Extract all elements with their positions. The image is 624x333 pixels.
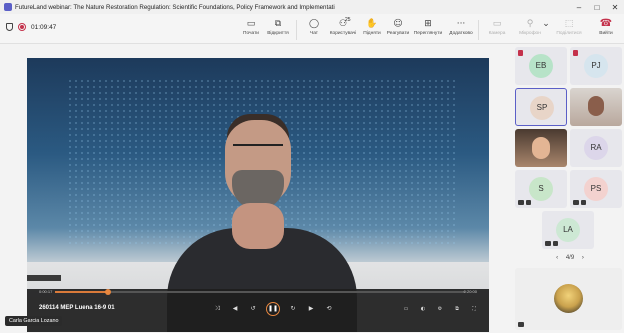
player-extra-controls: ▭ ◐ ⚙ ⧉ ⛶: [401, 304, 479, 314]
participant-tile[interactable]: LA: [542, 211, 594, 249]
subtitles-icon[interactable]: ▭: [401, 304, 411, 314]
avatar: EB: [529, 54, 553, 78]
toolbar-divider: [478, 20, 479, 40]
camera-button[interactable]: ▭ Камера: [482, 17, 512, 43]
meeting-toolbar: 01:09:47 ▭ Почати ⧉ Відкриття ◯ Чат ⚇ 25…: [0, 14, 624, 44]
time-elapsed: 0:00:17: [39, 289, 53, 294]
participant-tile[interactable]: PS: [570, 170, 622, 208]
next-icon[interactable]: ▶: [306, 304, 316, 314]
meeting-timer: 01:09:47: [31, 23, 57, 31]
avatar: RA: [584, 136, 608, 160]
pip-icon[interactable]: ⧉: [452, 304, 462, 314]
progress-knob[interactable]: [105, 289, 112, 295]
avatar: LA: [556, 218, 580, 242]
rewind-icon[interactable]: ↺: [248, 304, 258, 314]
participant-video: [532, 137, 550, 159]
leave-icon: ☎: [599, 18, 613, 29]
view-button[interactable]: ⊞ Переглянути: [413, 17, 443, 43]
self-avatar: [554, 284, 583, 313]
mic-off-icon: [573, 50, 578, 56]
share-screen-button[interactable]: ⬚ Поділитися: [554, 17, 584, 43]
video-title: 260114 MEP Luena 16-9 01: [39, 305, 115, 311]
participant-tile[interactable]: EB: [515, 47, 567, 85]
mic-off-icon: [553, 241, 558, 246]
forward-icon[interactable]: ↻: [288, 304, 298, 314]
progress-fill: [55, 291, 109, 293]
leave-button[interactable]: ☎ Вийти: [591, 17, 621, 43]
more-icon: ···: [456, 19, 466, 29]
player-controls: ⤨ ◀ ↺ ❚❚ ↻ ▶ ⟲: [212, 302, 334, 316]
minimize-button[interactable]: –: [570, 0, 588, 14]
whiteboard-button[interactable]: ▭ Почати: [236, 17, 266, 43]
mic-off-icon: [518, 322, 524, 327]
share-icon: ⧉: [274, 19, 282, 29]
toolbar-divider: [296, 20, 297, 40]
progress-slider[interactable]: [55, 289, 465, 295]
mic-options-button[interactable]: ⌄: [540, 17, 552, 43]
window-controls: – □ ✕: [570, 0, 624, 14]
close-window-button[interactable]: ✕: [606, 0, 624, 14]
react-button[interactable]: ☺ Реагувати: [383, 17, 413, 43]
share-screen-icon: ⬚: [564, 19, 574, 29]
more-button[interactable]: ··· Додатково: [446, 17, 476, 43]
participant-video: [588, 96, 604, 116]
mic-off-icon: [518, 50, 523, 56]
chevron-left-icon[interactable]: ‹: [556, 255, 558, 261]
mic-off-icon: [581, 200, 586, 205]
camera-off-icon: [545, 241, 551, 246]
volume-icon[interactable]: ◐: [418, 304, 428, 314]
self-view-tile[interactable]: [515, 268, 622, 330]
settings-icon[interactable]: ⚙: [435, 304, 445, 314]
whiteboard-icon: ▭: [246, 19, 256, 29]
avatar: PJ: [584, 54, 608, 78]
stage-top-bar: [27, 44, 489, 58]
maximize-button[interactable]: □: [588, 0, 606, 14]
recording-icon[interactable]: [18, 23, 26, 31]
chevron-down-icon: ⌄: [542, 19, 550, 29]
share-button[interactable]: ⧉ Відкриття: [263, 17, 293, 43]
teams-logo-icon: [4, 3, 12, 11]
participant-tile[interactable]: S: [515, 170, 567, 208]
screen-icon: [27, 275, 61, 281]
shuffle-icon[interactable]: ⤨: [212, 304, 222, 314]
avatar: S: [529, 177, 553, 201]
participant-tile[interactable]: PJ: [570, 47, 622, 85]
people-count: 25: [345, 17, 351, 23]
view-icon: ⊞: [424, 19, 432, 29]
pager-text: 4/9: [565, 255, 575, 261]
people-button[interactable]: ⚇ 25 Користувачі: [328, 17, 358, 43]
window-title: FutureLand webinar: The Nature Restorati…: [15, 3, 335, 11]
avatar: SP: [530, 96, 554, 120]
presenter-name-tag: Carla Garcia Lozano: [5, 316, 63, 326]
participant-tile-active[interactable]: SP: [515, 88, 567, 126]
fullscreen-icon[interactable]: ⛶: [469, 304, 479, 314]
participant-pager: ‹ 4/9 ›: [540, 255, 600, 261]
react-icon: ☺: [393, 19, 403, 29]
title-bar: FutureLand webinar: The Nature Restorati…: [0, 0, 624, 14]
time-total: 0:20:00: [463, 289, 477, 294]
participant-tile[interactable]: RA: [570, 129, 622, 167]
camera-off-icon: [573, 200, 579, 205]
chat-button[interactable]: ◯ Чат: [299, 17, 329, 43]
shared-video-stage: 0:00:17 0:20:00 260114 MEP Luena 16-9 01…: [27, 44, 489, 332]
pause-button[interactable]: ❚❚: [266, 302, 280, 316]
video-player-bar: 0:00:17 0:20:00 260114 MEP Luena 16-9 01…: [27, 289, 489, 332]
speaker-glasses: [233, 144, 283, 156]
camera-icon: ▭: [492, 19, 502, 29]
repeat-icon[interactable]: ⟲: [324, 304, 334, 314]
chevron-right-icon[interactable]: ›: [582, 255, 584, 261]
mic-off-icon: [526, 200, 531, 205]
camera-off-icon: [518, 200, 524, 205]
people-icon: ⚇: [338, 19, 348, 29]
participant-video-tile[interactable]: [515, 129, 567, 167]
shield-icon[interactable]: [6, 23, 13, 31]
meeting-info: 01:09:47: [6, 23, 56, 31]
avatar: PS: [584, 177, 608, 201]
chat-icon: ◯: [308, 19, 320, 29]
participant-video-tile[interactable]: [570, 88, 622, 126]
previous-icon[interactable]: ◀: [230, 304, 240, 314]
speaker-hands: [232, 203, 284, 249]
